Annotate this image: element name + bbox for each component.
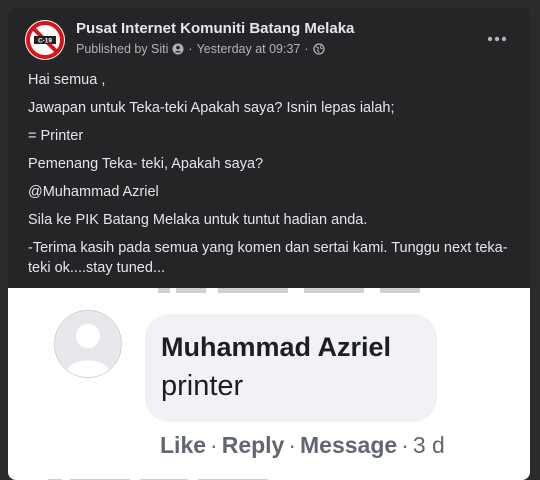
page-name-link[interactable]: Pusat Internet Komuniti Batang Melaka xyxy=(76,20,354,37)
post-paragraph: Jawapan untuk Teka-teki Apakah saya? Isn… xyxy=(28,100,395,116)
post-paragraph: -Terima kasih pada semua yang komen dan … xyxy=(28,240,508,276)
post-meta: Published by Siti · Yesterday at 09:37 · xyxy=(76,42,325,56)
post-paragraph: = Printer xyxy=(28,128,84,144)
action-separator: · xyxy=(288,432,297,458)
more-options-button[interactable] xyxy=(480,22,514,56)
post-paragraph: Pemenang Teka- teki, Apakah saya? xyxy=(28,156,264,172)
logo-text: C-19 xyxy=(38,38,52,45)
action-separator: · xyxy=(401,432,409,458)
post-body: Hai semua , Jawapan untuk Teka-teki Apak… xyxy=(28,70,518,286)
post-card: C-19 Pusat Internet Komuniti Batang Mela… xyxy=(8,8,530,480)
no-covid-logo-icon: C-19 xyxy=(26,21,64,59)
like-action: Like xyxy=(160,432,207,458)
post-mention[interactable]: @Muhammad Azriel xyxy=(28,182,518,202)
page-avatar[interactable]: C-19 xyxy=(25,20,65,60)
meta-separator-2: · xyxy=(304,42,309,56)
meta-separator: · xyxy=(188,42,193,56)
post-paragraph: Hai semua , xyxy=(28,72,106,88)
published-by-text[interactable]: Published by Siti xyxy=(76,42,168,56)
post-paragraph: Sila ke PIK Batang Melaka untuk tuntut h… xyxy=(28,212,368,228)
cropped-next-comment xyxy=(48,470,348,480)
comment-actions: Like · Reply · Message · 3 d xyxy=(160,432,445,459)
message-action: Message xyxy=(300,432,398,458)
action-separator: · xyxy=(210,432,218,458)
post-header: C-19 Pusat Internet Komuniti Batang Mela… xyxy=(8,8,530,70)
comment-text: printer xyxy=(161,370,244,402)
user-badge-icon xyxy=(172,43,184,55)
globe-icon[interactable] xyxy=(312,43,325,55)
default-user-icon xyxy=(55,311,121,377)
attached-comment-screenshot[interactable]: Muhammad Azriel printer Like · Reply · Messa… xyxy=(8,288,530,480)
comment-bubble: Muhammad Azriel printer xyxy=(145,314,437,422)
more-options-icon xyxy=(487,36,507,42)
post-timestamp[interactable]: Yesterday at 09:37 xyxy=(197,42,301,56)
comment-time: 3 d xyxy=(412,432,445,458)
commenter-name: Muhammad Azriel xyxy=(161,332,392,362)
reply-action: Reply xyxy=(221,432,285,458)
cropped-text-strip xyxy=(8,288,530,302)
commenter-avatar xyxy=(54,310,122,378)
